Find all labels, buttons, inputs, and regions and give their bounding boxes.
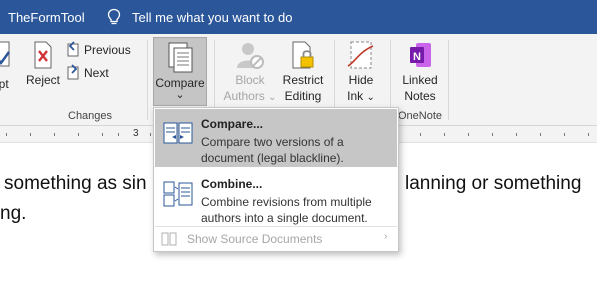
ruler-number: 3 <box>133 128 139 139</box>
show-source-documents-item[interactable]: Show Source Documents › <box>155 226 397 250</box>
document-text-line-2: ng. <box>0 203 27 224</box>
document-text-line-1-right: lanning or something <box>405 173 582 194</box>
ruler-tick <box>516 133 517 136</box>
ribbon-separator <box>147 40 148 120</box>
ribbon-separator <box>448 40 449 120</box>
reject-label: Reject <box>25 73 60 87</box>
ruler-tick <box>420 133 421 136</box>
ruler-tick <box>540 133 541 136</box>
block-authors-label-1: Block <box>235 73 265 87</box>
compare-dropdown-menu: Compare... Compare two versions of a doc… <box>153 107 399 252</box>
compare-menu-title: Compare... <box>201 117 264 131</box>
hide-ink-label-text: Ink <box>347 89 364 103</box>
document-text-line-1-left: something as sin <box>4 173 147 194</box>
linked-notes-label-1: Linked <box>402 73 438 87</box>
combine-documents-icon <box>163 181 193 207</box>
ruler-tick <box>444 133 445 136</box>
combine-menu-description: Combine revisions from multiple authors … <box>201 195 372 225</box>
previous-button[interactable]: Previous <box>66 40 138 60</box>
ruler-tick <box>588 133 589 136</box>
compare-icon <box>168 42 193 73</box>
hide-ink-icon <box>347 41 374 69</box>
previous-icon <box>67 41 79 57</box>
tell-me-search[interactable]: Tell me what you want to do <box>132 10 292 25</box>
accept-button[interactable]: ept <box>0 40 20 92</box>
chevron-down-icon: ⌄ <box>366 92 375 103</box>
lightbulb-icon <box>106 8 122 26</box>
ruler-tick <box>468 133 469 136</box>
restrict-editing-label-1: Restrict <box>282 73 324 87</box>
next-icon <box>67 64 79 80</box>
block-authors-button[interactable]: Block Authors ⌄ <box>222 40 278 106</box>
hide-ink-label-2: Ink ⌄ <box>338 88 384 106</box>
onenote-icon: N <box>410 43 431 67</box>
source-documents-icon <box>161 232 177 246</box>
reject-icon <box>34 41 52 69</box>
changes-group-label: Changes <box>68 110 113 122</box>
compare-menu-item[interactable]: Compare... Compare two versions of a doc… <box>155 109 397 167</box>
compare-documents-icon <box>163 122 193 144</box>
hide-ink-label-1: Hide <box>348 73 374 87</box>
ruler-tick <box>30 133 31 136</box>
block-authors-label-2: Authors ⌄ <box>222 88 278 106</box>
title-bar: TheFormTool Tell me what you want to do <box>0 0 597 34</box>
ruler-tick <box>102 133 103 136</box>
ruler-tick <box>118 133 119 136</box>
accept-label: ept <box>0 77 9 91</box>
hide-ink-button[interactable]: Hide Ink ⌄ <box>338 40 384 106</box>
svg-text:N: N <box>413 51 421 63</box>
app-brand: TheFormTool <box>8 10 85 25</box>
onenote-group-label: OneNote <box>398 110 443 122</box>
ruler-tick <box>6 133 7 136</box>
previous-label: Previous <box>84 43 131 57</box>
chevron-down-icon: ⌄ <box>268 92 277 103</box>
block-authors-icon <box>237 43 264 69</box>
restrict-editing-label-2: Editing <box>284 89 322 103</box>
combine-menu-item[interactable]: Combine... Combine revisions from multip… <box>155 169 397 225</box>
restrict-editing-icon <box>292 41 314 69</box>
linked-notes-button[interactable]: N Linked Notes <box>394 40 446 104</box>
ruler-tick <box>492 133 493 136</box>
next-label: Next <box>84 66 109 80</box>
linked-notes-label-2: Notes <box>404 89 436 103</box>
chevron-down-icon: ⌄ <box>175 89 185 101</box>
next-button[interactable]: Next <box>66 63 126 83</box>
compare-button[interactable]: Compare ⌄ <box>153 37 207 106</box>
ruler-tick <box>54 133 55 136</box>
block-authors-label-text: Authors <box>223 89 265 103</box>
submenu-arrow-icon: › <box>384 231 388 242</box>
ruler-tick <box>150 133 151 136</box>
accept-icon <box>0 41 11 67</box>
restrict-editing-button[interactable]: Restrict Editing <box>278 40 328 104</box>
combine-menu-title: Combine... <box>201 177 263 191</box>
ruler-tick <box>564 133 565 136</box>
show-source-documents-label: Show Source Documents <box>187 232 323 246</box>
ruler-tick <box>78 133 79 136</box>
compare-menu-description: Compare two versions of a document (lega… <box>201 135 344 165</box>
reject-button[interactable]: Reject <box>24 40 62 88</box>
